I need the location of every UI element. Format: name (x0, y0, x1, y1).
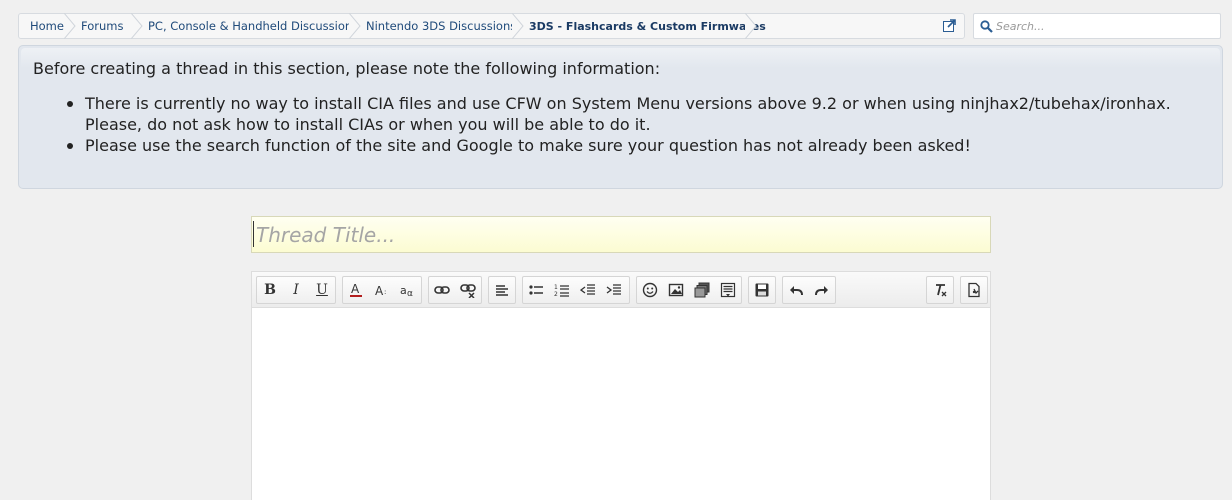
text-caret (253, 221, 254, 247)
undo-icon[interactable] (783, 277, 809, 303)
notice-item: There is currently no way to install CIA… (67, 93, 1208, 135)
notice-item: Please use the search function of the si… (67, 135, 1208, 156)
svg-text:A: A (375, 284, 384, 298)
redo-icon[interactable] (809, 277, 835, 303)
smilie-icon[interactable] (637, 277, 663, 303)
text-case-icon[interactable]: aα (395, 277, 421, 303)
search-icon[interactable] (980, 19, 993, 33)
svg-text::: : (384, 288, 386, 296)
font-size-icon[interactable]: A: (369, 277, 395, 303)
outdent-icon[interactable] (575, 277, 601, 303)
editor-body[interactable] (252, 308, 990, 500)
external-link-icon[interactable] (943, 19, 956, 32)
breadcrumb: Home Forums PC, Console & Handheld Discu… (18, 13, 965, 39)
save-draft-icon[interactable] (749, 277, 775, 303)
thread-title-field (251, 216, 991, 253)
toolbar-group-link (428, 276, 482, 304)
toolbar-group-draft (748, 276, 776, 304)
bulleted-list-icon[interactable] (523, 277, 549, 303)
svg-text:α: α (407, 289, 413, 298)
toolbar-group-insert (636, 276, 742, 304)
notice-heading: Before creating a thread in this section… (33, 59, 661, 78)
svg-text:a: a (400, 284, 407, 297)
svg-text:1: 1 (554, 284, 558, 291)
editor-toolbar: B I U A A: aα 1 2 (252, 272, 990, 308)
message-editor: B I U A A: aα 1 2 (251, 271, 991, 500)
underline-button[interactable]: U (309, 277, 335, 303)
insert-more-icon[interactable] (715, 277, 741, 303)
search-box (973, 13, 1221, 39)
breadcrumb-item-3ds-discussions[interactable]: Nintendo 3DS Discussions (355, 13, 524, 39)
media-icon[interactable] (689, 277, 715, 303)
remove-format-icon[interactable] (927, 277, 953, 303)
thread-title-input[interactable] (256, 217, 986, 252)
svg-text:2: 2 (554, 291, 558, 298)
breadcrumb-item-pc-console[interactable]: PC, Console & Handheld Discussions (137, 13, 361, 39)
toolbar-group-align (488, 276, 516, 304)
link-icon[interactable] (429, 277, 455, 303)
breadcrumb-label: PC, Console & Handheld Discussions (148, 19, 359, 33)
toggle-bbcode-icon[interactable] (961, 277, 987, 303)
breadcrumb-label: Nintendo 3DS Discussions (366, 19, 517, 33)
unlink-icon[interactable] (455, 277, 481, 303)
forum-notice: Before creating a thread in this section… (18, 45, 1223, 189)
toolbar-group-clear (926, 276, 954, 304)
breadcrumb-item-forums[interactable]: Forums (70, 13, 143, 39)
search-input[interactable] (996, 19, 1216, 33)
toolbar-group-format: B I U (256, 276, 336, 304)
bold-button[interactable]: B (257, 277, 283, 303)
notice-list: There is currently no way to install CIA… (33, 93, 1208, 156)
breadcrumb-label: 3DS - Flashcards & Custom Firmwares (529, 19, 766, 33)
align-left-icon[interactable] (489, 277, 515, 303)
breadcrumb-item-current[interactable]: 3DS - Flashcards & Custom Firmwares (518, 13, 766, 39)
breadcrumb-item-home[interactable]: Home (19, 13, 76, 39)
breadcrumb-separator (745, 13, 757, 39)
image-icon[interactable] (663, 277, 689, 303)
italic-button[interactable]: I (283, 277, 309, 303)
toolbar-group-font: A A: aα (342, 276, 422, 304)
svg-text:A: A (351, 282, 360, 296)
indent-icon[interactable] (601, 277, 627, 303)
font-color-icon[interactable]: A (343, 277, 369, 303)
numbered-list-icon[interactable]: 12 (549, 277, 575, 303)
toolbar-group-list: 12 (522, 276, 630, 304)
toolbar-group-history (782, 276, 836, 304)
toolbar-group-mode (960, 276, 988, 304)
